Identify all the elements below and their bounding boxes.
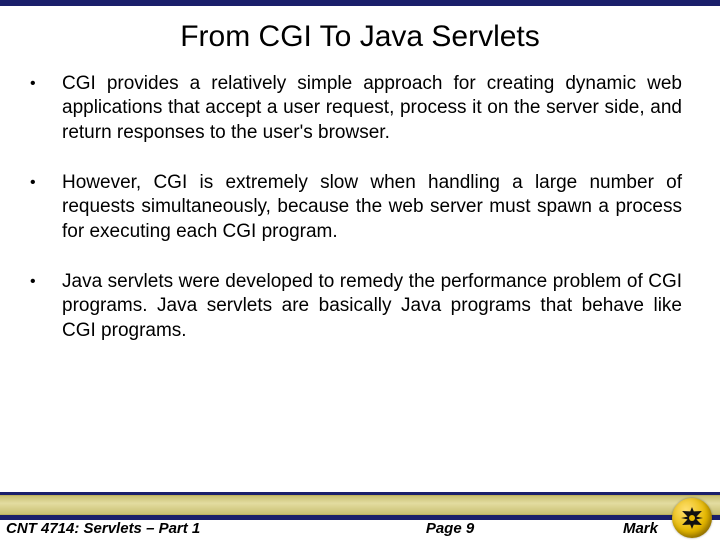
bullet-marker: • — [24, 72, 62, 145]
slide-title: From CGI To Java Servlets — [0, 20, 720, 54]
bullet-text: Java servlets were developed to remedy t… — [62, 270, 682, 343]
footer-right-text: Mark — [623, 520, 658, 537]
slide: From CGI To Java Servlets • CGI provides… — [0, 0, 720, 540]
bullet-marker: • — [24, 171, 62, 244]
footer-band — [0, 495, 720, 515]
bullet-text: However, CGI is extremely slow when hand… — [62, 171, 682, 244]
bullet-item: • CGI provides a relatively simple appro… — [24, 72, 682, 145]
bullet-text: CGI provides a relatively simple approac… — [62, 72, 682, 145]
slide-footer: CNT 4714: Servlets – Part 1 Page 9 Mark — [0, 492, 720, 540]
bullet-marker: • — [24, 270, 62, 343]
footer-page-number: Page 9 — [0, 520, 720, 537]
slide-body: • CGI provides a relatively simple appro… — [0, 72, 720, 540]
footer-content: CNT 4714: Servlets – Part 1 Page 9 Mark — [0, 518, 720, 538]
ucf-logo-icon — [672, 498, 712, 538]
bullet-item: • However, CGI is extremely slow when ha… — [24, 171, 682, 244]
bullet-item: • Java servlets were developed to remedy… — [24, 270, 682, 343]
